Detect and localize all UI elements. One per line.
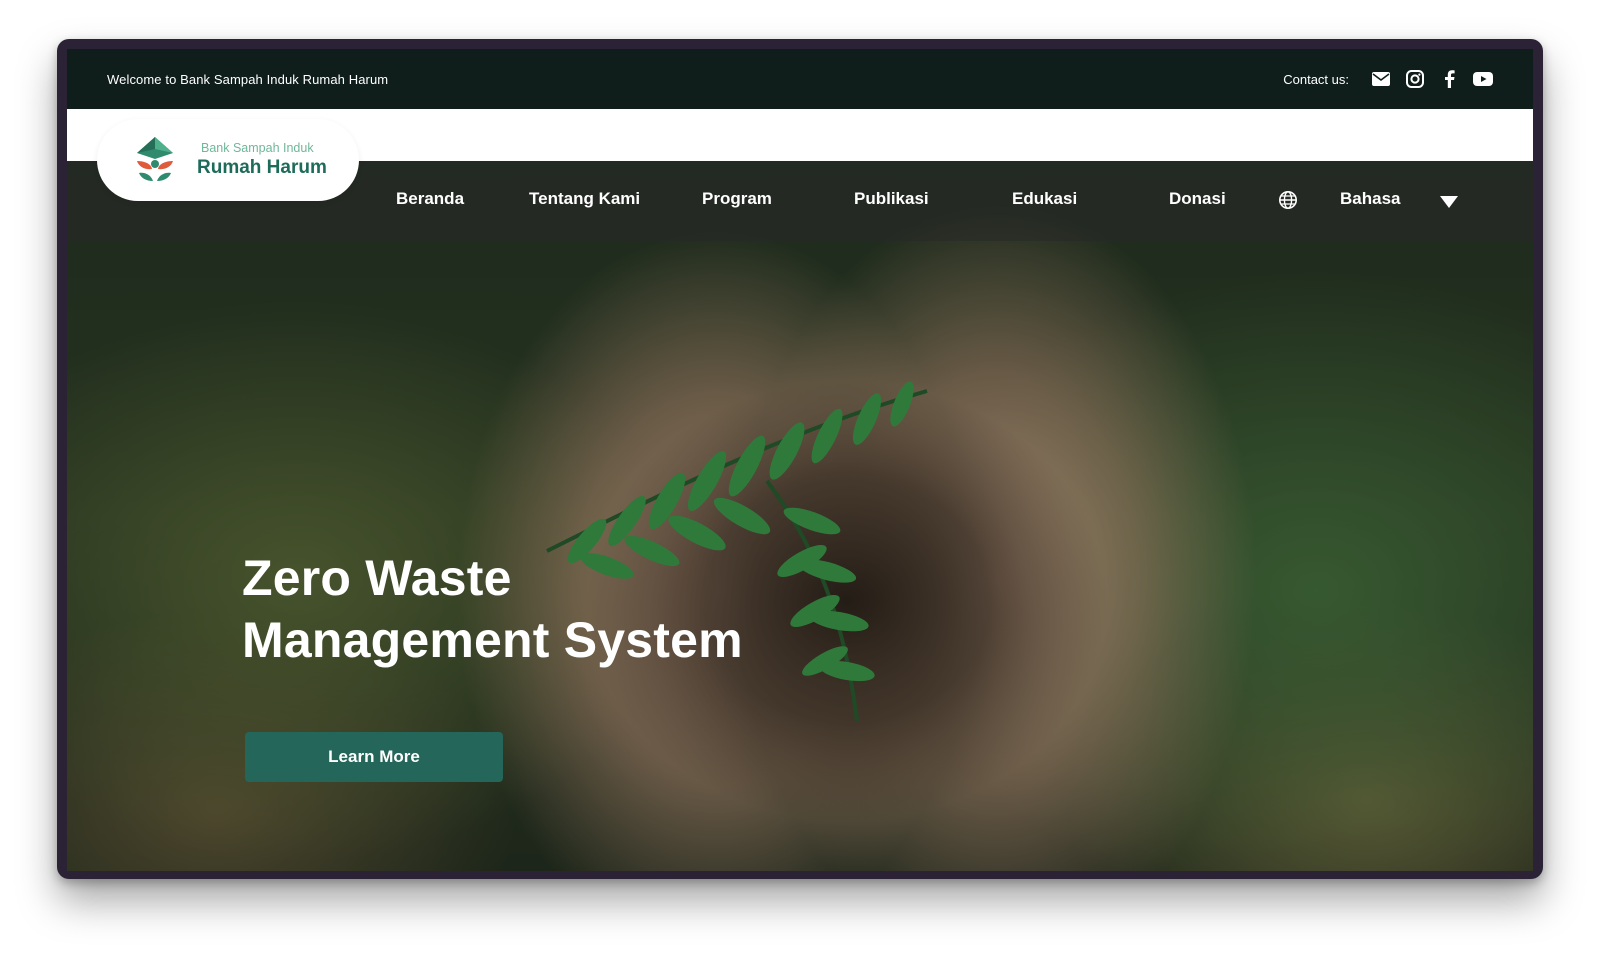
contact-links: Contact us: [1283, 69, 1493, 89]
hero-headline-line-1: Zero Waste [242, 550, 512, 606]
facebook-icon[interactable] [1439, 69, 1459, 89]
learn-more-button[interactable]: Learn More [245, 732, 503, 782]
logo-icon [137, 137, 173, 181]
nav-item-donasi[interactable]: Donasi [1169, 189, 1226, 209]
language-selector[interactable]: Bahasa [1340, 189, 1400, 209]
nav-item-tentang-kami[interactable]: Tentang Kami [529, 189, 640, 209]
logo-subtitle: Bank Sampah Induk [201, 141, 314, 155]
chevron-down-icon[interactable] [1439, 194, 1459, 214]
nav-item-beranda[interactable]: Beranda [396, 189, 464, 209]
welcome-text: Welcome to Bank Sampah Induk Rumah Harum [107, 71, 389, 87]
browser-frame: Welcome to Bank Sampah Induk Rumah Harum… [57, 39, 1543, 879]
hero-headline: Zero Waste Management System [242, 547, 743, 671]
nav-item-program[interactable]: Program [702, 189, 772, 209]
page-viewport: Welcome to Bank Sampah Induk Rumah Harum… [67, 49, 1533, 871]
instagram-icon[interactable] [1405, 69, 1425, 89]
site-logo[interactable]: Bank Sampah Induk Rumah Harum [97, 119, 359, 201]
top-contact-bar: Welcome to Bank Sampah Induk Rumah Harum… [67, 49, 1533, 109]
nav-item-publikasi[interactable]: Publikasi [854, 189, 929, 209]
hero-headline-line-2: Management System [242, 612, 743, 668]
globe-icon[interactable] [1278, 190, 1298, 215]
logo-title: Rumah Harum [197, 157, 327, 178]
youtube-icon[interactable] [1473, 69, 1493, 89]
nav-item-edukasi[interactable]: Edukasi [1012, 189, 1077, 209]
mail-icon[interactable] [1371, 69, 1391, 89]
contact-label: Contact us: [1283, 71, 1349, 87]
